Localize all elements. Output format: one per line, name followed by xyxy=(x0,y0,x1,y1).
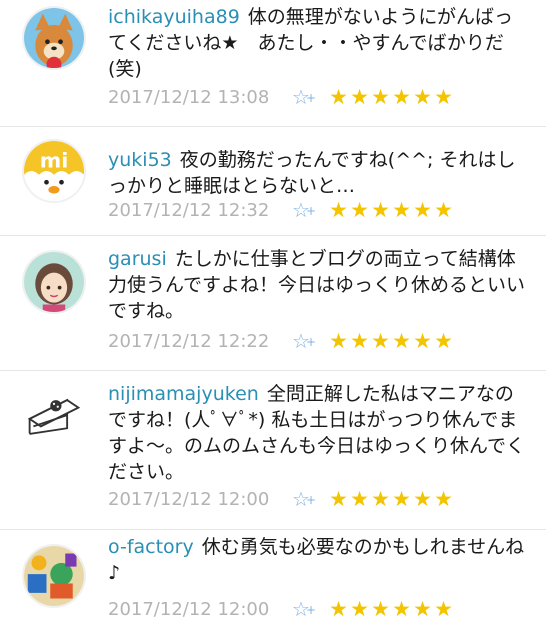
svg-text:mi: mi xyxy=(40,148,69,172)
comment-date: 2017/12/12 12:00 xyxy=(108,488,270,510)
star-icon: ★ xyxy=(413,486,432,511)
star-icon: ★ xyxy=(392,486,411,511)
plus-icon: + xyxy=(306,603,317,617)
comment-meta: 2017/12/12 12:00 ☆ + ★ ★ ★ ★ ★ ★ xyxy=(108,595,454,623)
star-icon: ★ xyxy=(371,84,390,109)
star-icon: ★ xyxy=(392,596,411,621)
comment-text: garusi たしかに仕事とブログの両立って結構体力使うんですよね！今日はゆっくり… xyxy=(108,246,530,324)
comment-body: たしかに仕事とブログの両立って結構体力使うんですよね！今日はゆっくり休めるといい… xyxy=(108,248,526,322)
comment-item: o-factory 休む勇気も必要なのかもしれませんね♪ 2017/12/12 1… xyxy=(0,530,546,640)
comment-date: 2017/12/12 12:00 xyxy=(108,598,270,620)
girl-avatar-icon[interactable] xyxy=(22,250,86,314)
star-icon: ★ xyxy=(434,596,453,621)
plus-icon: + xyxy=(306,91,317,105)
comment-meta: 2017/12/12 13:08 ☆ + ★ ★ ★ ★ ★ ★ xyxy=(108,83,454,111)
comment-text: o-factory 休む勇気も必要なのかもしれませんね♪ xyxy=(108,534,530,586)
star-icon: ★ xyxy=(329,486,348,511)
star-icon: ★ xyxy=(371,328,390,353)
star-icon: ★ xyxy=(413,84,432,109)
star-icon: ★ xyxy=(329,596,348,621)
star-icon: ★ xyxy=(413,328,432,353)
comment-date: 2017/12/12 13:08 xyxy=(108,86,270,108)
star-icon: ★ xyxy=(434,486,453,511)
comment-item: ichikayuiha89 体の無理がないようにがんばってくださいね★ あたし・・… xyxy=(0,0,546,127)
comment-text: nijimamajyuken 全問正解した私はマニアなのですね！(人ﾟ∀ﾟ*) 私… xyxy=(108,381,530,485)
comment-text: yuki53 夜の勤務だったんですね(^^; それはしっかりと睡眠はとらないと… xyxy=(108,147,530,199)
mi-chick-avatar-icon[interactable]: mi xyxy=(22,139,86,203)
comment-date: 2017/12/12 12:32 xyxy=(108,199,270,221)
star-icon: ★ xyxy=(413,197,432,222)
comment-username[interactable]: ichikayuiha89 xyxy=(108,6,240,28)
star-icon: ★ xyxy=(392,328,411,353)
star-icon: ★ xyxy=(392,197,411,222)
star-rating[interactable]: ★ ★ ★ ★ ★ ★ xyxy=(328,84,454,109)
comment-meta: 2017/12/12 12:32 ☆ + ★ ★ ★ ★ ★ ★ xyxy=(108,196,454,224)
star-icon: ★ xyxy=(350,197,369,222)
star-icon: ★ xyxy=(413,596,432,621)
shiba-dog-avatar-icon[interactable] xyxy=(22,6,86,70)
plus-icon: + xyxy=(306,335,317,349)
star-icon: ★ xyxy=(329,328,348,353)
star-icon: ★ xyxy=(371,197,390,222)
plus-icon: + xyxy=(306,204,317,218)
star-icon: ★ xyxy=(350,596,369,621)
star-icon: ★ xyxy=(371,596,390,621)
add-star-button[interactable]: ☆ + xyxy=(292,329,326,353)
star-icon: ★ xyxy=(434,84,453,109)
star-rating[interactable]: ★ ★ ★ ★ ★ ★ xyxy=(328,197,454,222)
comment-username[interactable]: yuki53 xyxy=(108,149,172,171)
add-star-button[interactable]: ☆ + xyxy=(292,85,326,109)
star-icon: ★ xyxy=(392,84,411,109)
plus-icon: + xyxy=(306,493,317,507)
cake-slice-avatar-icon[interactable] xyxy=(22,385,86,449)
star-rating[interactable]: ★ ★ ★ ★ ★ ★ xyxy=(328,486,454,511)
comment-date: 2017/12/12 12:22 xyxy=(108,330,270,352)
add-star-button[interactable]: ☆ + xyxy=(292,198,326,222)
star-icon: ★ xyxy=(329,197,348,222)
toys-avatar-icon[interactable] xyxy=(22,544,86,608)
comment-username[interactable]: nijimamajyuken xyxy=(108,383,259,405)
comment-username[interactable]: garusi xyxy=(108,248,167,270)
comment-meta: 2017/12/12 12:22 ☆ + ★ ★ ★ ★ ★ ★ xyxy=(108,327,454,355)
star-icon: ★ xyxy=(350,84,369,109)
comment-list: ichikayuiha89 体の無理がないようにがんばってくださいね★ あたし・・… xyxy=(0,0,546,640)
star-icon: ★ xyxy=(434,197,453,222)
add-star-button[interactable]: ☆ + xyxy=(292,487,326,511)
star-icon: ★ xyxy=(350,486,369,511)
star-icon: ★ xyxy=(371,486,390,511)
star-icon: ★ xyxy=(434,328,453,353)
star-rating[interactable]: ★ ★ ★ ★ ★ ★ xyxy=(328,596,454,621)
comment-meta: 2017/12/12 12:00 ☆ + ★ ★ ★ ★ ★ ★ xyxy=(108,485,454,513)
star-rating[interactable]: ★ ★ ★ ★ ★ ★ xyxy=(328,328,454,353)
comment-item: nijimamajyuken 全問正解した私はマニアなのですね！(人ﾟ∀ﾟ*) 私… xyxy=(0,371,546,530)
star-icon: ★ xyxy=(329,84,348,109)
comment-text: ichikayuiha89 体の無理がないようにがんばってくださいね★ あたし・・… xyxy=(108,4,530,82)
star-icon: ★ xyxy=(350,328,369,353)
comment-username[interactable]: o-factory xyxy=(108,536,194,558)
comment-item: garusi たしかに仕事とブログの両立って結構体力使うんですよね！今日はゆっくり… xyxy=(0,236,546,371)
comment-item: mi yuki53 夜の勤務だったんですね(^^; それはしっかりと睡眠はとらない… xyxy=(0,127,546,236)
add-star-button[interactable]: ☆ + xyxy=(292,597,326,621)
